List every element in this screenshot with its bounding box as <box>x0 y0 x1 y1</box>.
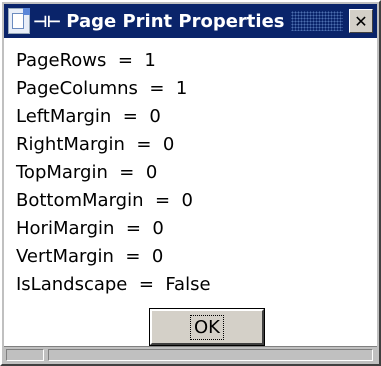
prop-left-margin: LeftMargin = 0 <box>16 106 161 127</box>
close-button[interactable]: ✕ <box>349 9 373 33</box>
prop-right-margin: RightMargin = 0 <box>16 134 175 155</box>
close-icon: ✕ <box>354 11 368 31</box>
prop-page-columns: PageColumns = 1 <box>16 78 188 99</box>
prop-hori-margin: HoriMargin = 0 <box>16 218 164 239</box>
prop-is-landscape: IsLandscape = False <box>16 274 211 295</box>
properties-panel: PageRows = 1 PageColumns = 1 LeftMargin … <box>4 38 377 346</box>
pin-icon[interactable]: ⊣⊢ <box>33 12 61 31</box>
title-bar[interactable]: ⊣⊢ Page Print Properties ✕ <box>4 4 377 38</box>
ok-button[interactable]: OK <box>149 308 265 346</box>
prop-vert-margin: VertMargin = 0 <box>16 246 164 267</box>
prop-bottom-margin: BottomMargin = 0 <box>16 190 193 211</box>
prop-top-margin: TopMargin = 0 <box>16 162 158 183</box>
dialog-window: ⊣⊢ Page Print Properties ✕ PageRows = 1 … <box>0 0 381 366</box>
ok-button-label: OK <box>190 314 224 340</box>
status-cell <box>48 349 373 361</box>
status-bar <box>4 346 377 364</box>
status-cell <box>6 349 44 361</box>
title-grip <box>290 11 343 31</box>
window-title: Page Print Properties <box>66 10 285 32</box>
document-icon <box>8 8 30 34</box>
prop-page-rows: PageRows = 1 <box>16 50 156 71</box>
